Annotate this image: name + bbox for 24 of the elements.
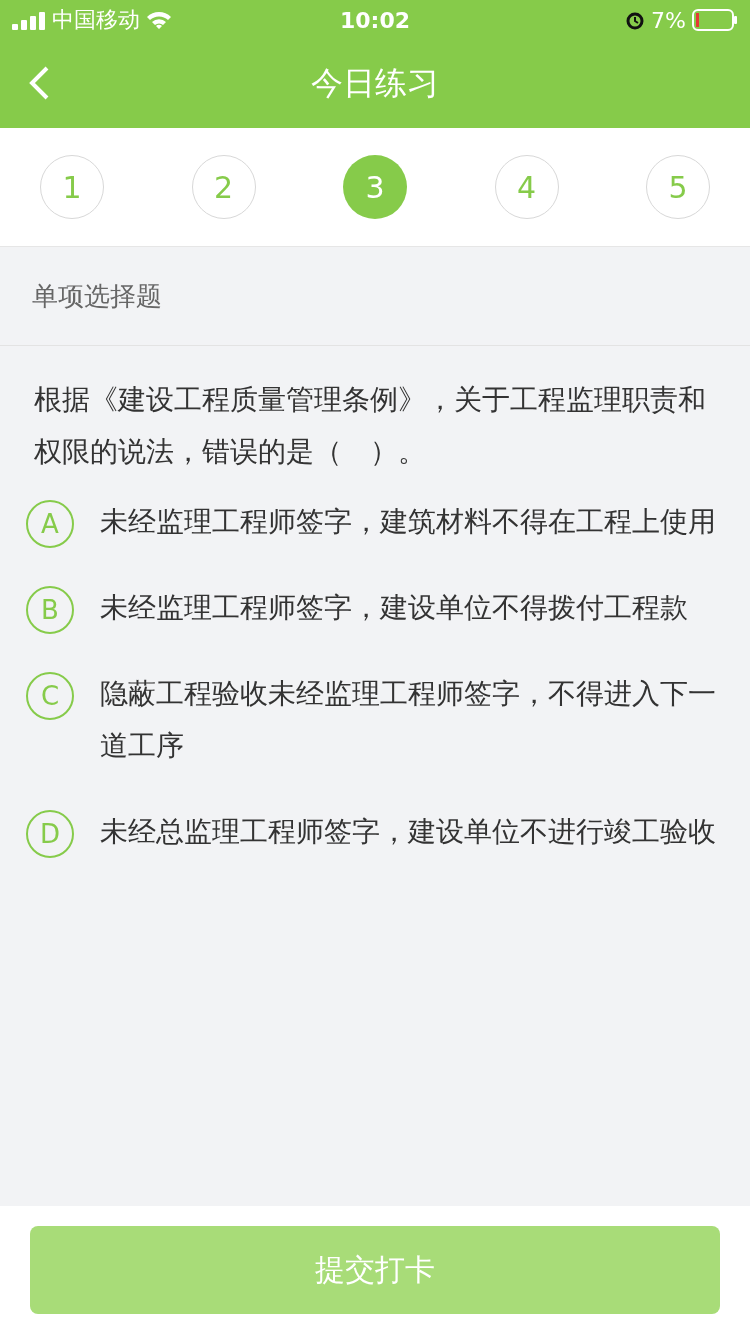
battery-percent: 7% — [651, 7, 686, 33]
question-number-tab[interactable]: 4 — [494, 155, 559, 219]
signal-icon — [12, 10, 46, 30]
option-text[interactable]: 隐蔽工程验收未经监理工程师签字，不得进入下一道工序 — [100, 668, 720, 772]
battery-icon — [692, 9, 738, 31]
question-number-tab[interactable]: 2 — [191, 155, 256, 219]
question-type: 单项选择题 — [32, 279, 162, 313]
option-letter[interactable]: B — [26, 586, 74, 634]
question-text: 根据《建设工程质量管理条例》，关于工程监理职责和权限的说法，错误的是（ ）。 — [33, 382, 707, 470]
carrier-name: 中国移动 — [52, 6, 140, 34]
option-letter[interactable]: C — [26, 672, 74, 720]
option-text[interactable]: 未经总监理工程师签字，建设单位不进行竣工验收 — [100, 806, 716, 858]
option-letter[interactable]: A — [26, 500, 74, 548]
clock-time: 10:02 — [340, 7, 410, 33]
question-number-tab[interactable]: 3 — [343, 155, 407, 219]
alarm-icon — [625, 10, 646, 30]
option-text[interactable]: 未经监理工程师签字，建筑材料不得在工程上使用 — [100, 496, 716, 548]
back-icon[interactable] — [28, 66, 50, 100]
page-title: 今日练习 — [311, 63, 439, 104]
question-number-tab[interactable]: 5 — [646, 155, 710, 219]
option-letter[interactable]: D — [26, 810, 74, 858]
option-text[interactable]: 未经监理工程师签字，建设单位不得拨付工程款 — [100, 582, 688, 634]
wifi-icon — [146, 10, 172, 30]
question-number-tab[interactable]: 1 — [40, 155, 104, 219]
